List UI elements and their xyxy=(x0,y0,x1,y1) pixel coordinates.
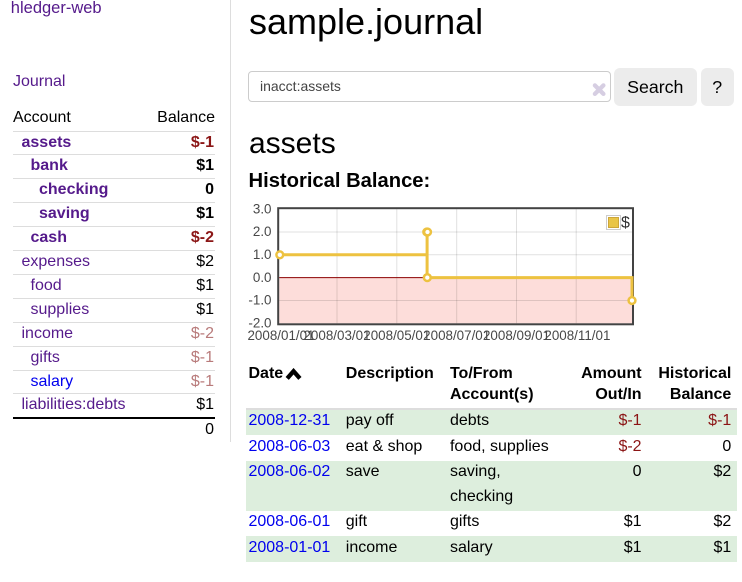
svg-text:0.0: 0.0 xyxy=(253,270,272,285)
svg-text:2008/03/01: 2008/03/01 xyxy=(303,328,370,343)
svg-text:2008/05/01: 2008/05/01 xyxy=(363,328,430,343)
svg-text:2.0: 2.0 xyxy=(253,224,272,239)
svg-text:2008/11/01: 2008/11/01 xyxy=(544,328,610,343)
svg-text:-1.0: -1.0 xyxy=(248,293,271,308)
svg-text:2008/07/01: 2008/07/01 xyxy=(423,328,490,343)
svg-text:3.0: 3.0 xyxy=(253,201,272,216)
svg-text:$: $ xyxy=(621,215,630,232)
svg-text:2008/09/01: 2008/09/01 xyxy=(483,328,550,343)
svg-text:1.0: 1.0 xyxy=(253,247,272,262)
